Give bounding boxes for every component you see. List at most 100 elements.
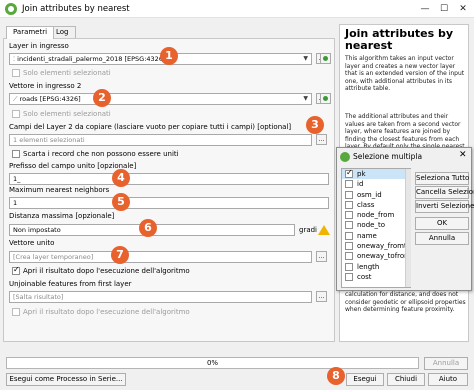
input-layer-value: incidenti_stradali_palermo_2018 [EPSG:43… xyxy=(17,55,166,63)
list-scrollbar[interactable] xyxy=(405,169,411,287)
max-neighbors-input[interactable]: 1 xyxy=(9,197,329,209)
list-item[interactable]: oneway_fromto xyxy=(342,241,410,251)
input-layer2-label: Vettore in ingresso 2 xyxy=(9,82,82,90)
field-label: length xyxy=(357,262,380,271)
clear-selection-button[interactable]: Cancella Selezione xyxy=(415,186,474,199)
discard-nonmatching-label: Scarta i record che non possono essere u… xyxy=(23,150,179,158)
unjoinable-label: Unjoinable features from first layer xyxy=(9,280,132,288)
line-layer-icon: ⟋ xyxy=(13,95,20,103)
field-checkbox[interactable] xyxy=(345,252,353,261)
fields-to-copy-field[interactable]: 1 elementi selezionati xyxy=(9,134,312,146)
joined-layer-browse-button[interactable]: … xyxy=(316,251,327,262)
max-neighbors-label: Maximum nearest neighbors xyxy=(9,186,110,194)
iterate-icon[interactable] xyxy=(320,93,331,104)
iterate-icon[interactable] xyxy=(320,53,331,64)
field-label: class xyxy=(357,200,375,209)
step-badge: 8 xyxy=(327,367,345,385)
list-item[interactable]: class xyxy=(342,200,410,210)
list-item[interactable]: osm_id xyxy=(342,190,410,200)
joined-layer-output[interactable]: [Crea layer temporaneo] xyxy=(9,251,312,263)
close-button[interactable]: Chiudi xyxy=(387,373,425,386)
window-title: Join attributes by nearest xyxy=(22,4,130,14)
fields-to-copy-label: Campi del Layer 2 da copiare (lasciare v… xyxy=(9,123,292,131)
open-joined-checkbox[interactable] xyxy=(12,265,20,275)
close-icon[interactable]: ✕ xyxy=(459,150,467,160)
list-item[interactable]: length xyxy=(342,262,410,272)
discard-nonmatching-checkbox[interactable] xyxy=(12,150,20,158)
tab-parametri[interactable]: Parametri xyxy=(6,26,55,39)
step-badge: 2 xyxy=(93,89,111,107)
field-checkbox[interactable] xyxy=(345,211,353,220)
distance-unit-label: gradi xyxy=(299,226,317,234)
cancel-progress-button[interactable]: Annulla xyxy=(424,357,468,370)
field-checkbox[interactable] xyxy=(345,221,353,230)
field-label: osm_id xyxy=(357,190,382,199)
fields-to-copy-browse-button[interactable]: … xyxy=(316,134,327,145)
select-all-button[interactable]: Seleziona Tutto xyxy=(415,172,469,185)
input2-selected-only-checkbox[interactable] xyxy=(12,110,20,118)
qgis-logo-icon xyxy=(5,3,17,15)
help-title: Join attributes by nearest xyxy=(345,27,454,52)
batch-process-button[interactable]: Esegui come Processo in Serie... xyxy=(6,373,126,386)
open-unjoinable-checkbox[interactable] xyxy=(12,308,20,316)
progress-label: 0% xyxy=(206,359,219,367)
list-item[interactable]: id xyxy=(342,179,410,189)
multi-selection-dialog: Selezione multipla ✕ pk idosm_idclass node… xyxy=(336,147,474,291)
field-label: oneway_fromto xyxy=(357,242,411,251)
list-item[interactable]: cost xyxy=(342,272,410,282)
field-checkbox[interactable] xyxy=(345,169,353,178)
max-distance-label: Distanza massima [opzionale] xyxy=(9,212,115,220)
field-checkbox[interactable] xyxy=(345,180,353,189)
field-label: id xyxy=(357,180,364,189)
field-checkbox[interactable] xyxy=(345,262,353,271)
input-selected-only-checkbox[interactable] xyxy=(12,69,20,77)
help-button[interactable]: Aiuto xyxy=(428,373,468,386)
list-item[interactable]: oneway_tofrom xyxy=(342,251,410,261)
prefix-input[interactable]: 1_ xyxy=(9,173,329,185)
chevron-down-icon: ▼ xyxy=(303,55,308,62)
list-item[interactable]: node_from xyxy=(342,210,410,220)
minimize-icon[interactable]: — xyxy=(417,2,433,16)
step-badge: 5 xyxy=(112,193,130,211)
field-list: pk idosm_idclass node_fromnode_toname onewa… xyxy=(341,168,411,288)
run-button[interactable]: Esegui xyxy=(346,373,384,386)
unjoinable-browse-button[interactable]: … xyxy=(316,291,327,302)
qgis-logo-icon xyxy=(340,152,350,162)
input-layer2-value: roads [EPSG:4326] xyxy=(19,95,81,103)
progress-bar: 0% xyxy=(6,357,419,369)
field-label: node_to xyxy=(357,221,385,230)
title-bar: Join attributes by nearest — ☐ ✕ xyxy=(0,0,474,18)
maximize-icon[interactable]: ☐ xyxy=(436,2,452,16)
field-label: cost xyxy=(357,272,372,281)
dialog-cancel-button[interactable]: Annulla xyxy=(415,232,469,245)
unjoinable-output[interactable]: [Salta risultato] xyxy=(9,291,312,303)
help-paragraph: calculation for distance, and does not c… xyxy=(345,291,466,314)
input2-selected-only-label: Solo elementi selezionati xyxy=(23,110,111,118)
step-badge: 1 xyxy=(160,47,178,65)
field-label: name xyxy=(357,231,377,240)
warning-icon xyxy=(318,225,330,235)
field-label: node_from xyxy=(357,211,395,220)
list-item[interactable]: name xyxy=(342,231,410,241)
input-selected-only-label: Solo elementi selezionati xyxy=(23,69,111,77)
close-icon[interactable]: ✕ xyxy=(455,2,471,16)
help-paragraph: This algorithm takes an input vector lay… xyxy=(345,55,465,93)
field-checkbox[interactable] xyxy=(345,242,353,251)
field-checkbox[interactable] xyxy=(345,200,353,209)
ok-button[interactable]: OK xyxy=(415,217,469,230)
open-joined-label: Apri il risultato dopo l'esecuzione dell… xyxy=(23,267,190,275)
field-checkbox[interactable] xyxy=(345,190,353,199)
step-badge: 4 xyxy=(112,169,130,187)
list-item[interactable]: pk xyxy=(342,169,410,180)
field-checkbox[interactable] xyxy=(345,231,353,240)
open-unjoinable-label: Apri il risultato dopo l'esecuzione dell… xyxy=(23,308,190,316)
step-badge: 7 xyxy=(111,246,129,264)
input-layer2-select[interactable]: ⟋ roads [EPSG:4326] ▼ xyxy=(9,93,312,105)
field-checkbox[interactable] xyxy=(345,272,353,281)
list-item[interactable]: node_to xyxy=(342,220,410,230)
invert-selection-button[interactable]: Inverti Selezione xyxy=(415,200,474,213)
step-badge: 6 xyxy=(139,219,157,237)
input-layer-label: Layer in ingresso xyxy=(9,42,69,50)
dialog-title: Selezione multipla xyxy=(353,152,423,161)
joined-layer-label: Vettore unito xyxy=(9,239,55,247)
